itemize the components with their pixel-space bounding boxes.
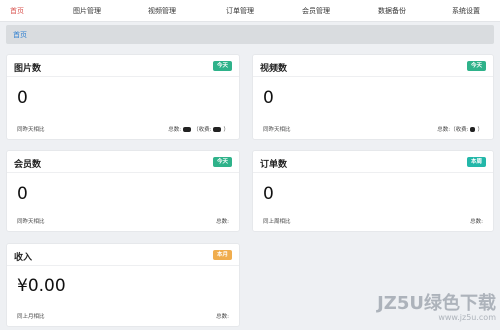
nav-data-backup[interactable]: 数据备份 — [378, 6, 406, 16]
card-header: 收入 本月 — [7, 244, 239, 266]
stat-value: 0 — [263, 88, 274, 108]
nav-member-management[interactable]: 会员管理 — [302, 6, 330, 16]
card-header: 图片数 今天 — [7, 55, 239, 77]
total-summary: 总数: — [470, 217, 483, 225]
total-label: 总数: — [470, 219, 483, 225]
watermark-main: JZ5U绿色下载 — [377, 293, 496, 314]
card-image-count: 图片数 今天 0 同昨天相比 总数: （收费: ） — [6, 54, 240, 140]
breadcrumb: 首页 — [6, 25, 494, 44]
card-title: 图片数 — [14, 64, 42, 74]
card-header: 会员数 今天 — [7, 151, 239, 173]
total-label: 总数: — [168, 127, 182, 133]
card-title: 收入 — [14, 253, 33, 263]
stat-value: ¥0.00 — [17, 276, 66, 296]
total-summary: 总数: — [216, 312, 229, 320]
top-nav: 首页 图片管理 视频管理 订单管理 会员管理 数据备份 系统设置 — [0, 0, 500, 22]
paren-close: ） — [223, 127, 229, 133]
total-label: 总数: — [216, 314, 229, 320]
total-summary: 总数:（收费: ） — [437, 125, 483, 133]
card-member-count: 会员数 今天 0 同昨天相比 总数: — [6, 150, 240, 232]
period-badge: 今天 — [212, 61, 232, 71]
total-label: 总数: — [437, 127, 451, 133]
total-label: 总数: — [216, 219, 229, 225]
period-badge: 本周 — [466, 157, 486, 167]
period-badge: 今天 — [212, 157, 232, 167]
stat-value: 0 — [263, 184, 274, 204]
compare-label: 同昨天相比 — [17, 127, 45, 133]
watermark: JZ5U绿色下载 www.jz5u.com — [377, 289, 496, 322]
redacted-value — [470, 127, 476, 132]
nav-home[interactable]: 首页 — [10, 6, 24, 16]
nav-video-management[interactable]: 视频管理 — [148, 6, 176, 16]
card-order-count: 订单数 本周 0 同上周相比 总数: — [252, 150, 494, 232]
compare-label: 同昨天相比 — [17, 219, 45, 225]
card-title: 视频数 — [260, 64, 288, 74]
nav-order-management[interactable]: 订单管理 — [226, 6, 254, 16]
paren-close: ） — [477, 127, 483, 133]
nav-image-management[interactable]: 图片管理 — [73, 6, 101, 16]
card-title: 订单数 — [260, 160, 288, 170]
period-badge: 今天 — [466, 61, 486, 71]
compare-label: 同上月相比 — [17, 314, 45, 320]
redacted-value — [183, 127, 192, 132]
period-badge: 本月 — [212, 250, 232, 260]
card-income: 收入 本月 ¥0.00 同上月相比 总数: — [6, 243, 240, 327]
stat-value: 0 — [17, 88, 28, 108]
redacted-value — [213, 127, 222, 132]
paid-label: （收费: — [450, 127, 469, 133]
breadcrumb-home-link[interactable]: 首页 — [13, 30, 27, 40]
total-summary: 总数: （收费: ） — [168, 125, 229, 133]
total-summary: 总数: — [216, 217, 229, 225]
paid-label: （收费: — [193, 127, 212, 133]
nav-system-settings[interactable]: 系统设置 — [452, 6, 480, 16]
card-header: 订单数 本周 — [253, 151, 493, 173]
card-header: 视频数 今天 — [253, 55, 493, 77]
stat-value: 0 — [17, 184, 28, 204]
compare-label: 同昨天相比 — [263, 127, 291, 133]
card-video-count: 视频数 今天 0 同昨天相比 总数:（收费: ） — [252, 54, 494, 140]
card-title: 会员数 — [14, 160, 42, 170]
compare-label: 同上周相比 — [263, 219, 291, 225]
